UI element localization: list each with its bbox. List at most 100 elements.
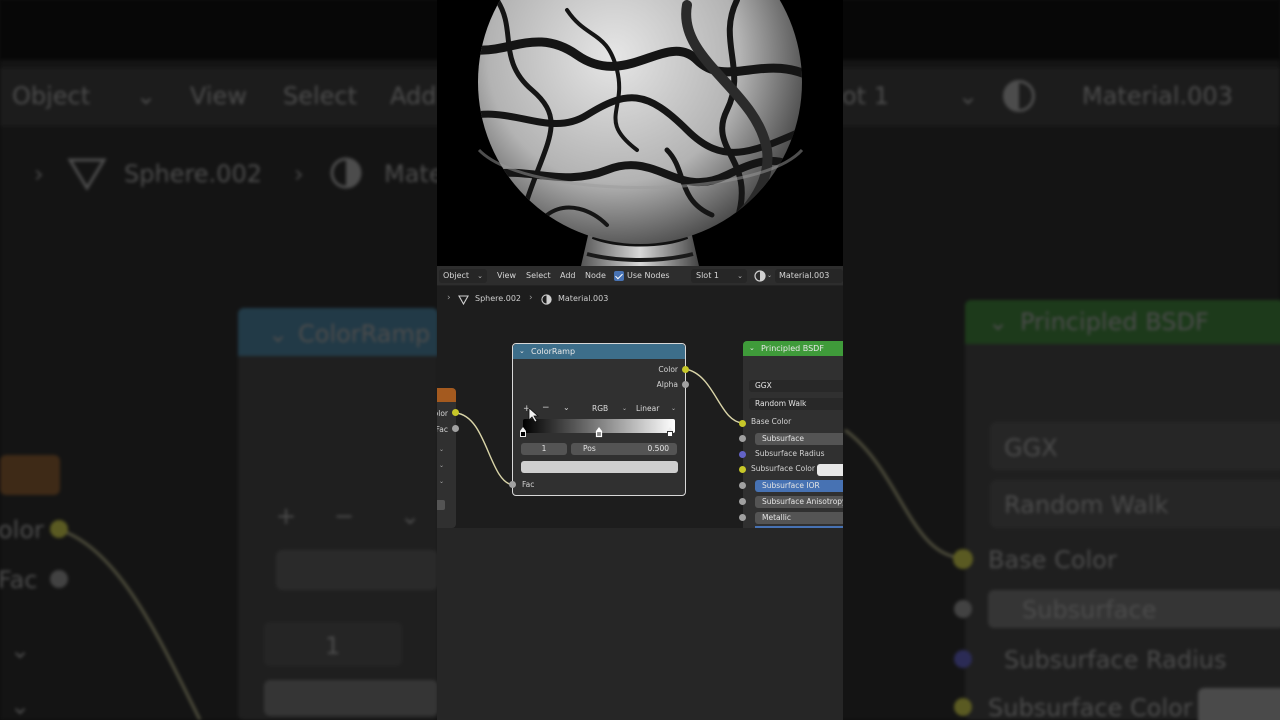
colorramp-header[interactable]: ⌄ ColorRamp [513, 344, 685, 359]
chevron-down-icon: ⌄ [737, 272, 743, 280]
bg-socket [953, 549, 973, 569]
chevron-down-icon[interactable]: ⌄ [439, 446, 444, 453]
base-color-socket[interactable] [739, 420, 746, 427]
bg-socket [50, 520, 68, 538]
bg-chevron-icon: ⌄ [10, 636, 31, 664]
left-node-header [437, 388, 456, 402]
bg-stop-index: 1 [325, 632, 341, 660]
bg-ggx: GGX [1004, 434, 1058, 462]
object-mode-dropdown[interactable]: Object ⌄ [439, 269, 487, 283]
3d-viewport[interactable] [437, 0, 843, 266]
node-editor-canvas[interactable]: › Sphere.002 › Material.003 lor Fac ⌄ ⌄ … [437, 286, 843, 528]
bg-subsurface-radius: Subsurface Radius [1004, 646, 1227, 674]
slot-label: Slot 1 [696, 271, 719, 280]
subsurface-radius-socket[interactable] [739, 451, 746, 458]
metallic-label: Metallic [762, 513, 791, 522]
menu-node[interactable]: Node [585, 269, 606, 283]
menu-select[interactable]: Select [526, 269, 551, 283]
subsurface-socket[interactable] [739, 435, 746, 442]
metallic-field[interactable]: Metallic [755, 512, 843, 524]
active-stop-index-field[interactable]: 1 [521, 443, 567, 455]
menu-add[interactable]: Add [560, 269, 576, 283]
left-node-fac-output: Fac [437, 425, 448, 434]
subsurface-anisotropy-socket[interactable] [739, 498, 746, 505]
bsdf-title: Principled BSDF [761, 344, 824, 353]
left-node-color-output: olor [437, 409, 448, 418]
chevron-down-icon[interactable]: ⌄ [439, 478, 444, 485]
bg-left-color-label: olor [0, 516, 44, 544]
left-node-field[interactable] [437, 500, 445, 510]
bsdf-header[interactable]: ⌄ Principled BSDF [743, 341, 843, 356]
bg-subsurface-color: Subsurface Color [988, 694, 1193, 720]
subsurface-ior-socket[interactable] [739, 482, 746, 489]
bg-object-name: Sphere.002 [124, 160, 262, 188]
left-node-color-socket[interactable] [452, 409, 459, 416]
use-nodes-toggle[interactable]: Use Nodes [614, 269, 672, 283]
color-mode-select[interactable]: RGB ⌄ [589, 403, 629, 415]
material-name-field[interactable]: Material.003 [775, 269, 843, 283]
subsurface-color-socket[interactable] [739, 466, 746, 473]
bg-socket [50, 570, 68, 588]
principled-bsdf-node[interactable]: ⌄ Principled BSDF GGX Random Walk Base C… [743, 341, 843, 528]
marble-sphere-render [477, 0, 804, 266]
distribution-select[interactable]: GGX [749, 380, 843, 392]
stop-position-field[interactable]: Pos 0.500 [571, 443, 677, 455]
colorramp-fac-input-socket[interactable] [509, 481, 516, 488]
subsurface-field[interactable]: Subsurface [755, 433, 843, 445]
bg-add-stop: + [276, 502, 297, 530]
bg-color-field [264, 680, 438, 716]
chevron-down-icon[interactable]: ⌄ [749, 341, 755, 356]
bg-base-color: Base Color [988, 546, 1117, 574]
bg-chevron-icon: ⌄ [988, 308, 1009, 336]
subsurface-method-select[interactable]: Random Walk [749, 398, 843, 410]
interpolation-select[interactable]: Linear ⌄ [633, 403, 678, 415]
bg-chevron-icon: ⌄ [400, 502, 421, 530]
distribution-value: GGX [755, 381, 772, 390]
slot-dropdown[interactable]: Slot 1 ⌄ [691, 269, 747, 283]
bg-chevron-icon: ⌄ [268, 320, 289, 348]
bg-ramp-bar [276, 550, 438, 590]
colorramp-alpha-output-socket[interactable] [682, 381, 689, 388]
subsurface-anisotropy-field[interactable]: Subsurface Anisotropy [755, 496, 843, 508]
mouse-cursor-icon [528, 407, 540, 423]
ramp-stops [520, 427, 673, 438]
material-sphere-icon [754, 270, 766, 282]
ramp-menu-button[interactable]: ⌄ [563, 403, 570, 413]
bg-socket [954, 698, 972, 716]
video-strip: Object ⌄ View Select Add Node Use Nodes … [437, 0, 843, 720]
pos-value: 0.500 [647, 444, 669, 453]
bg-random-walk: Random Walk [1004, 491, 1169, 519]
subsurface-ior-field[interactable]: Subsurface IOR [755, 480, 843, 492]
pos-label: Pos [583, 444, 596, 453]
material-browse-button[interactable]: ⌄ [753, 269, 775, 283]
active-stop-index: 1 [541, 444, 547, 453]
material-name: Material.003 [779, 271, 830, 280]
colorramp-fac-input-label: Fac [522, 480, 535, 489]
chevron-down-icon[interactable]: ⌄ [439, 462, 444, 469]
subsurface-method-value: Random Walk [755, 399, 807, 408]
subsurface-color-label: Subsurface Color [751, 464, 815, 473]
bg-chevron-right-icon: › [294, 160, 304, 188]
bg-remove-stop: − [334, 502, 355, 530]
menu-view[interactable]: View [497, 269, 516, 283]
colorramp-color-output-socket[interactable] [682, 366, 689, 373]
bg-colorramp-title: ColorRamp [298, 320, 431, 348]
metallic-socket[interactable] [739, 514, 746, 521]
chevron-down-icon: ⌄ [477, 272, 483, 280]
stop-color-swatch[interactable] [521, 461, 678, 473]
chevron-down-icon: ⌄ [670, 405, 676, 412]
left-node-fac-socket[interactable] [452, 425, 459, 432]
use-nodes-label: Use Nodes [627, 271, 670, 280]
subsurface-label: Subsurface [762, 434, 804, 443]
bg-chevron-icon: ⌄ [10, 692, 31, 720]
colorramp-color-output-label: Color [658, 365, 678, 374]
chevron-down-icon[interactable]: ⌄ [519, 344, 525, 359]
bg-socket [954, 650, 972, 668]
bg-left-fac-label: Fac [0, 566, 38, 594]
object-mode-label: Object [443, 271, 470, 280]
subsurface-color-swatch[interactable] [817, 464, 843, 476]
remove-stop-button[interactable]: − [542, 403, 550, 413]
subsurface-radius-label: Subsurface Radius [755, 449, 825, 458]
bg-subsurface: Subsurface [1022, 596, 1157, 624]
subsurface-anisotropy-label: Subsurface Anisotropy [762, 497, 843, 506]
